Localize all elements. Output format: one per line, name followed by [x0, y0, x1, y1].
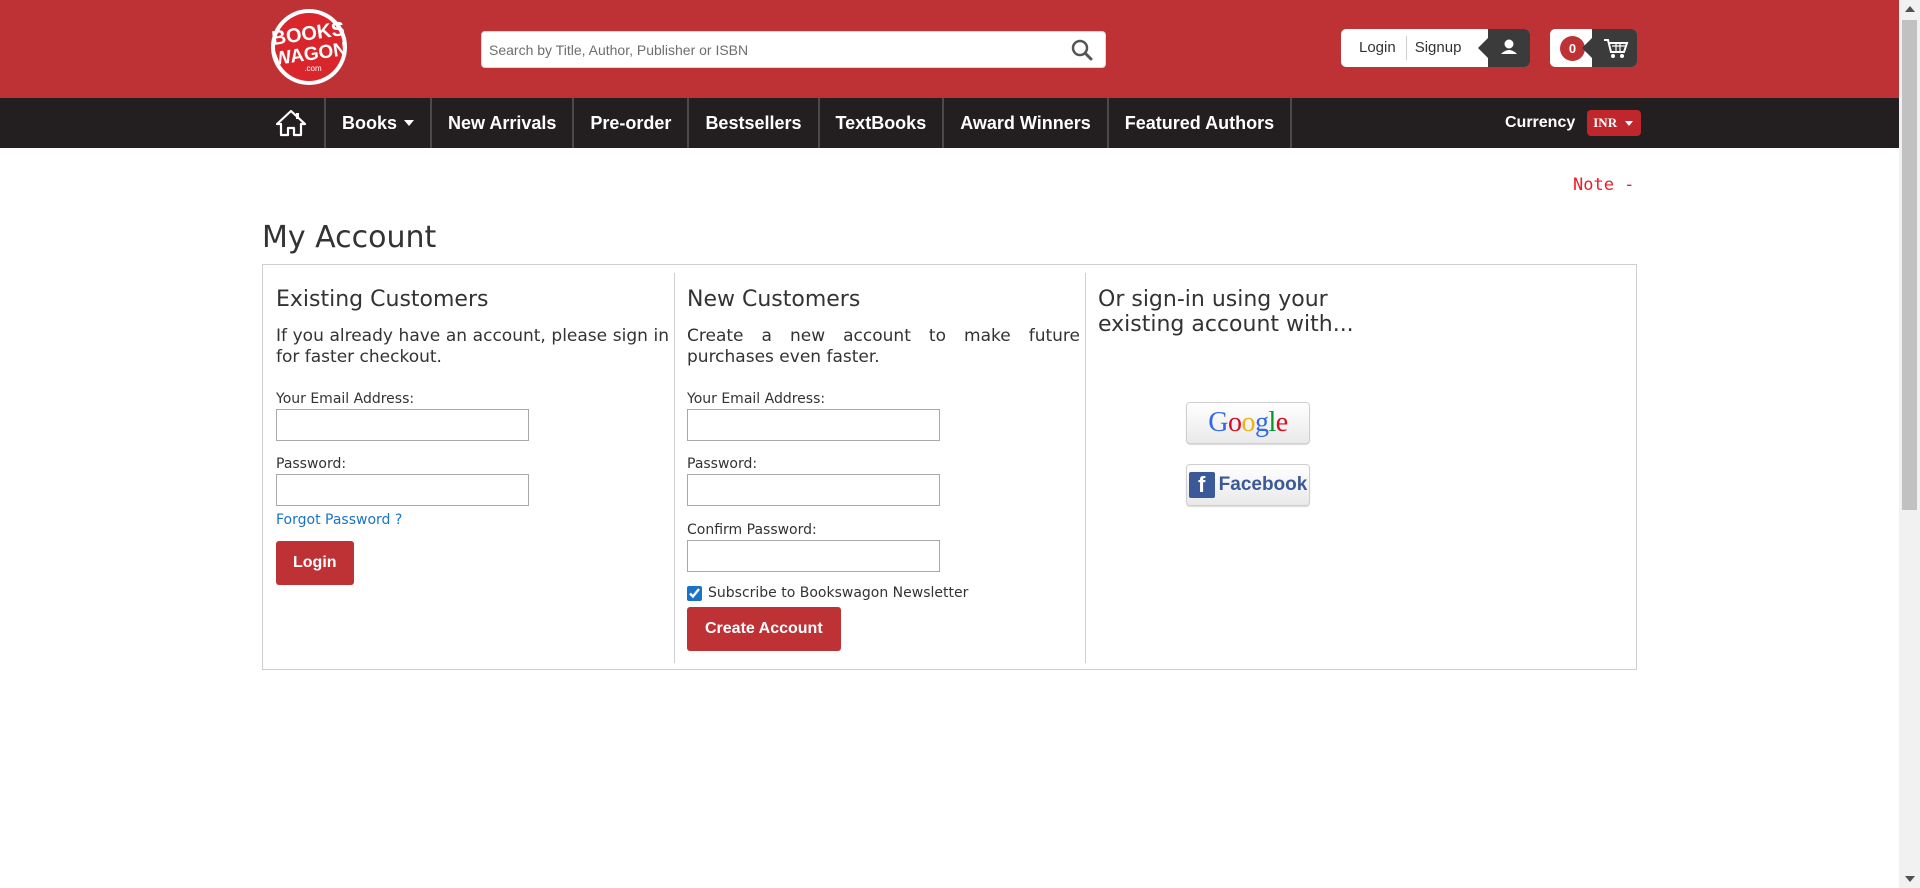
create-account-button[interactable]: Create Account — [687, 607, 841, 651]
signup-password-label: Password: — [687, 456, 758, 472]
signup-email-field[interactable] — [687, 409, 940, 441]
google-logo: Google — [1208, 407, 1288, 438]
login-password-field[interactable] — [276, 474, 529, 506]
confirm-password-label: Confirm Password: — [687, 522, 817, 538]
newsletter-label[interactable]: Subscribe to Bookswagon Newsletter — [708, 585, 968, 601]
newsletter-option: Subscribe to Bookswagon Newsletter — [687, 585, 968, 601]
new-customers-section: New Customers Create a new account to ma… — [674, 273, 1086, 663]
new-customers-heading: New Customers — [687, 287, 861, 312]
confirm-password-field[interactable] — [687, 540, 940, 572]
forgot-password-link[interactable]: Forgot Password ? — [276, 512, 402, 528]
scrollbar-thumb[interactable] — [1902, 20, 1917, 510]
search-bar — [481, 31, 1106, 68]
page-scrollbar[interactable] — [1899, 0, 1920, 888]
signup-email-label: Your Email Address: — [687, 391, 826, 407]
login-button[interactable]: Login — [276, 541, 354, 585]
user-icon — [1501, 39, 1517, 54]
existing-customers-section: Existing Customers If you already have a… — [263, 273, 675, 663]
nav-featured-authors[interactable]: Featured Authors — [1109, 98, 1293, 148]
login-password-label: Password: — [276, 456, 347, 472]
bookswagon-logo[interactable]: BOOKS WAGON .com — [261, 7, 357, 87]
scroll-up-icon[interactable] — [1905, 6, 1915, 12]
google-signin-button[interactable]: Google — [1186, 402, 1310, 444]
social-signin-heading: Or sign-in using your existing account w… — [1098, 287, 1354, 337]
site-header: BOOKS WAGON .com Login Signup 0 — [0, 0, 1899, 98]
facebook-icon: f — [1188, 472, 1215, 498]
header-login-link[interactable]: Login — [1341, 29, 1406, 67]
currency-value: INR — [1593, 115, 1618, 130]
marquee-notice: Note - D — [1573, 175, 1637, 195]
nav-books-label: Books — [342, 112, 398, 133]
currency-selector: Currency INR — [1505, 98, 1642, 148]
facebook-signin-button[interactable]: f Facebook — [1186, 464, 1310, 506]
login-email-label: Your Email Address: — [276, 391, 415, 407]
page-title: My Account — [262, 220, 437, 255]
search-input[interactable] — [482, 32, 1042, 67]
chevron-down-icon — [1625, 120, 1634, 126]
new-customers-description: Create a new account to make future purc… — [687, 326, 1080, 367]
account-panel: Existing Customers If you already have a… — [262, 264, 1637, 670]
nav-textbooks[interactable]: TextBooks — [820, 98, 945, 148]
svg-text:.com: .com — [304, 64, 322, 73]
login-email-field[interactable] — [276, 409, 529, 441]
currency-label: Currency — [1505, 114, 1576, 131]
search-icon[interactable] — [1071, 39, 1093, 61]
nav-books[interactable]: Books — [326, 98, 433, 148]
account-links: Login Signup — [1341, 29, 1530, 67]
newsletter-checkbox[interactable] — [687, 585, 702, 601]
signup-password-field[interactable] — [687, 474, 940, 506]
header-signup-link[interactable]: Signup — [1407, 29, 1472, 67]
user-button[interactable] — [1478, 29, 1530, 67]
home-icon — [276, 109, 306, 137]
cart-button[interactable]: 0 — [1550, 29, 1637, 67]
existing-customers-heading: Existing Customers — [276, 287, 489, 312]
cart-icon — [1604, 39, 1629, 58]
nav-home[interactable] — [262, 98, 326, 148]
nav-bestsellers[interactable]: Bestsellers — [689, 98, 820, 148]
facebook-label: Facebook — [1218, 474, 1308, 495]
nav-new-arrivals[interactable]: New Arrivals — [432, 98, 575, 148]
cart-icon-box — [1582, 29, 1637, 67]
chevron-down-icon — [404, 120, 415, 126]
main-nav: Books New Arrivals Pre-order Bestsellers… — [0, 98, 1899, 148]
nav-pre-order[interactable]: Pre-order — [574, 98, 690, 148]
nav-award-winners[interactable]: Award Winners — [944, 98, 1109, 148]
scroll-down-icon[interactable] — [1905, 876, 1915, 882]
social-signin-section: Or sign-in using your existing account w… — [1086, 273, 1636, 663]
currency-dropdown[interactable]: INR — [1587, 110, 1642, 136]
existing-customers-description: If you already have an account, please s… — [276, 326, 669, 367]
